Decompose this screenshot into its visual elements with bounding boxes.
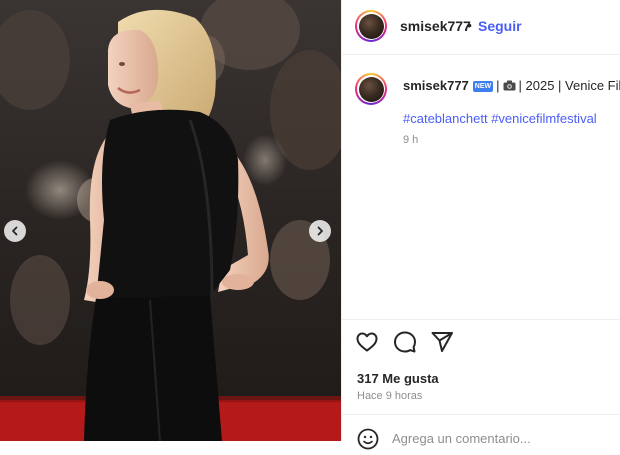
post-media[interactable] bbox=[0, 0, 341, 441]
share-button[interactable] bbox=[430, 330, 456, 356]
like-button[interactable] bbox=[355, 330, 381, 356]
chevron-right-icon bbox=[317, 226, 323, 236]
post-header: smisek777 • Seguir bbox=[342, 0, 620, 55]
separator-dot: • bbox=[467, 17, 472, 33]
prev-photo-button[interactable] bbox=[4, 220, 26, 242]
comment-bubble-icon bbox=[394, 331, 416, 353]
chevron-left-icon bbox=[12, 226, 18, 236]
post-timestamp[interactable]: Hace 9 horas bbox=[357, 390, 422, 402]
emoji-button[interactable] bbox=[357, 428, 379, 450]
smiley-icon bbox=[357, 428, 379, 450]
likes-count[interactable]: 317 Me gusta bbox=[357, 371, 439, 386]
comment-button[interactable] bbox=[393, 330, 419, 356]
avatar-ring bbox=[357, 12, 385, 40]
comment-composer bbox=[342, 424, 620, 454]
camera-icon bbox=[503, 80, 516, 91]
hashtag-list: #cateblanchett #venicefilmfestival bbox=[403, 111, 597, 126]
avatar-image bbox=[358, 76, 384, 102]
header-username[interactable]: smisek777 bbox=[400, 18, 471, 34]
comment-divider bbox=[342, 414, 620, 415]
post-photo bbox=[0, 0, 341, 441]
caption-text-a: | bbox=[496, 78, 500, 93]
caption-avatar[interactable] bbox=[355, 73, 387, 105]
follow-button[interactable]: Seguir bbox=[478, 18, 522, 34]
new-badge-icon: NEW bbox=[472, 81, 494, 92]
avatar-ring bbox=[357, 75, 385, 103]
caption-username[interactable]: smisek777 bbox=[403, 78, 469, 93]
hashtag-link[interactable]: #cateblanchett bbox=[403, 111, 488, 126]
next-photo-button[interactable] bbox=[309, 220, 331, 242]
comment-input[interactable] bbox=[392, 426, 612, 450]
caption-text: smisek777NEW| | 2025 | Venice Film Festiv… bbox=[403, 78, 620, 93]
action-bar bbox=[342, 330, 620, 358]
caption-text-b: | 2025 | Venice Film Festival bbox=[518, 78, 620, 93]
hashtag-link[interactable]: #venicefilmfestival bbox=[491, 111, 597, 126]
caption-time: 9 h bbox=[403, 134, 419, 146]
heart-icon bbox=[356, 332, 378, 352]
avatar-image bbox=[358, 13, 384, 39]
actions-divider bbox=[342, 319, 620, 320]
post-side-panel: smisek777 • Seguir smisek777 NEW | | 2025 |… bbox=[342, 0, 620, 450]
paper-plane-icon bbox=[431, 332, 453, 352]
avatar[interactable] bbox=[355, 10, 387, 42]
